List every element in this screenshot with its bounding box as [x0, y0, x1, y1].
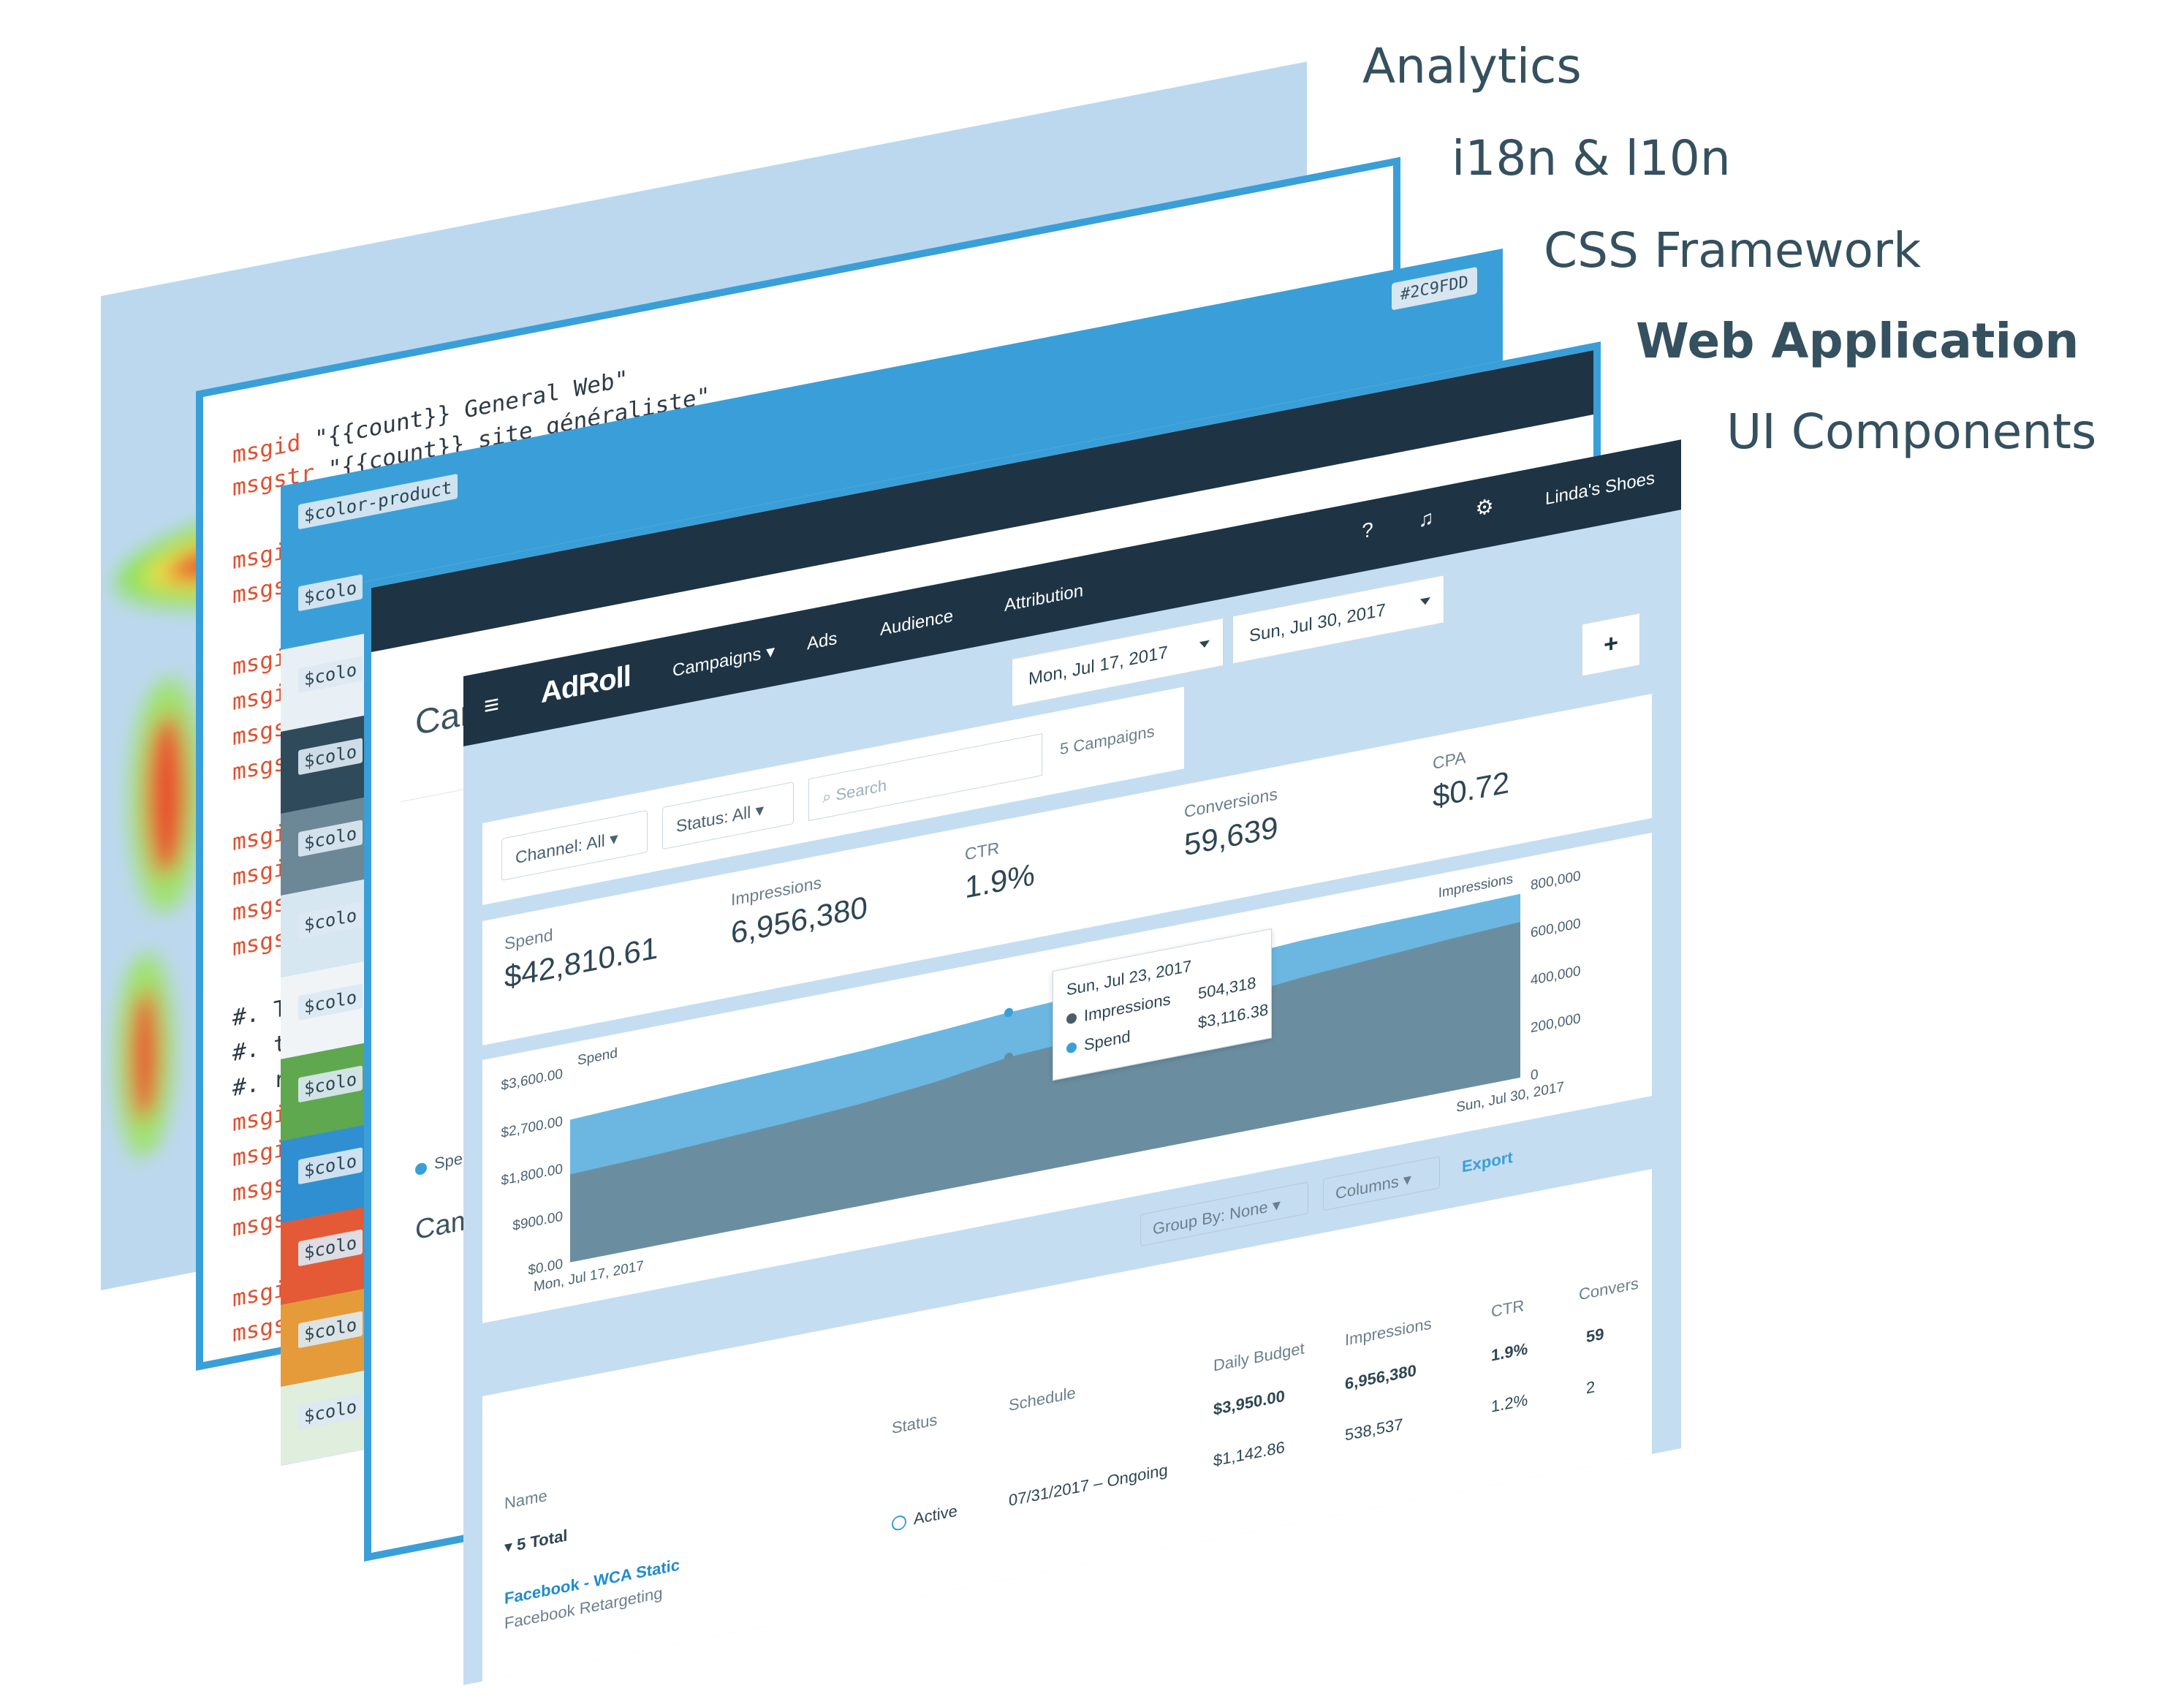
y-axis-label-right: Impressions: [1438, 871, 1513, 901]
add-campaign-button[interactable]: +: [1582, 613, 1640, 677]
nav-attribution[interactable]: Attribution: [1004, 580, 1083, 616]
stack-illustration: msgid "{{count}} General Web" msgstr "{{…: [0, 0, 2184, 1699]
label-analytics: Analytics: [1362, 38, 1582, 94]
nav-audience[interactable]: Audience: [880, 606, 953, 640]
label-web-application: Web Application: [1636, 313, 2079, 369]
po-comment: #. t: [232, 1029, 287, 1067]
tooltip-row-spend: Spend $3,116.38: [1066, 1000, 1268, 1059]
po-line: msgi: [232, 854, 287, 892]
status-filter[interactable]: Status: All ▾: [662, 782, 794, 850]
campaign-conversions: 2: [1586, 1377, 1596, 1398]
y-tick-label-right: 800,000: [1531, 869, 1581, 893]
po-line: msgi: [232, 1100, 287, 1138]
po-line: msgi: [232, 819, 287, 857]
nav-campaigns[interactable]: Campaigns ▾: [672, 640, 775, 681]
y-tick-label-left: $1,800.00: [501, 1162, 563, 1189]
col-header-ctr[interactable]: CTR: [1491, 1296, 1524, 1322]
campaign-schedule: 07/31/2017 – Ongoing: [1009, 1460, 1168, 1510]
export-button[interactable]: Export: [1462, 1148, 1513, 1177]
total-row-toggle[interactable]: ▾ 5 Total: [504, 1526, 567, 1557]
label-ui-components: UI Components: [1726, 404, 2097, 460]
po-line: msgs: [232, 924, 287, 962]
po-line: msgs: [232, 572, 287, 610]
po-line: msgs: [232, 714, 287, 752]
po-comment: #. r: [232, 1064, 287, 1102]
metric-cpa: CPA $0.72: [1433, 747, 1510, 814]
campaign-budget: $1,142.86: [1213, 1437, 1285, 1470]
col-header-impressions[interactable]: Impressions: [1345, 1314, 1432, 1350]
legend-dot: [415, 1162, 427, 1176]
total-conversions: 59: [1586, 1324, 1604, 1347]
chevron-down-icon: [1199, 640, 1210, 649]
po-line: msgi: [232, 678, 287, 716]
campaign-status: Active: [914, 1501, 958, 1529]
nav-ads[interactable]: Ads: [807, 629, 837, 655]
series-dot: [1066, 1041, 1077, 1054]
total-impressions: 6,956,380: [1345, 1361, 1417, 1393]
hex-color-tag: #2C9FDD: [1392, 266, 1477, 311]
campaign-count: 5 Campaigns: [1060, 722, 1155, 759]
total-ctr: 1.9%: [1491, 1339, 1528, 1365]
col-header-daily-budget[interactable]: Daily Budget: [1213, 1339, 1305, 1375]
col-header-status[interactable]: Status: [892, 1410, 937, 1438]
search-input[interactable]: ⌕ Search: [808, 733, 1042, 822]
metric-ctr: CTR 1.9%: [965, 838, 1035, 905]
y-tick-label-right: 200,000: [1531, 1011, 1581, 1036]
y-tick-label-left: $900.00: [512, 1209, 563, 1234]
campaign-impressions: 538,537: [1345, 1415, 1403, 1445]
account-name[interactable]: Linda's Shoes: [1545, 468, 1655, 510]
po-line: msgs: [232, 1170, 287, 1208]
label-css-framework: CSS Framework: [1544, 222, 1922, 279]
metric-impressions: Impressions 6,956,380: [731, 872, 868, 950]
po-comment: #. T: [232, 994, 287, 1032]
y-tick-label-left: $2,700.00: [501, 1114, 563, 1141]
po-line: msgs: [232, 889, 287, 927]
col-header-conversions[interactable]: Convers: [1579, 1274, 1639, 1304]
po-line: msgi: [232, 1275, 287, 1313]
po-line: msgs: [232, 749, 287, 787]
legend-label: Spe: [434, 1149, 463, 1173]
menu-icon[interactable]: ≡: [484, 688, 499, 722]
y-tick-label-right: 0: [1531, 1067, 1539, 1083]
series-dot: [1066, 1012, 1077, 1025]
bell-icon[interactable]: ♫: [1414, 504, 1438, 534]
total-budget: $3,950.00: [1213, 1386, 1285, 1419]
metric-conversions: Conversions 59,639: [1184, 784, 1278, 863]
search-icon: ⌕: [822, 785, 836, 807]
group-by-dropdown[interactable]: Group By: None ▾: [1140, 1181, 1308, 1247]
col-header-name[interactable]: Name: [504, 1486, 547, 1513]
po-line: msgi: [232, 537, 287, 575]
y-tick-label-left: $3,600.00: [501, 1067, 563, 1094]
campaign-ctr: 1.2%: [1491, 1390, 1528, 1416]
y-axis-label-left: Spend: [577, 1045, 618, 1068]
po-line: msgi: [232, 643, 287, 681]
y-tick-label-right: 600,000: [1531, 916, 1581, 941]
columns-dropdown[interactable]: Columns ▾: [1323, 1156, 1440, 1211]
help-icon[interactable]: ?: [1355, 515, 1380, 545]
col-header-schedule[interactable]: Schedule: [1009, 1383, 1076, 1415]
y-tick-label-right: 400,000: [1531, 964, 1581, 988]
adroll-logo[interactable]: AdRoll: [541, 660, 631, 711]
po-line: msgs: [232, 1310, 287, 1348]
po-line: msgs: [232, 1205, 287, 1243]
metric-spend: Spend $42,810.61: [504, 925, 659, 995]
po-line: msgi: [232, 1135, 287, 1173]
chevron-down-icon: [1420, 597, 1430, 606]
status-active-icon: [892, 1514, 906, 1532]
channel-filter[interactable]: Channel: All ▾: [501, 810, 648, 881]
gear-icon[interactable]: ⚙: [1472, 493, 1497, 523]
label-i18n: i18n & l10n: [1452, 130, 1731, 186]
